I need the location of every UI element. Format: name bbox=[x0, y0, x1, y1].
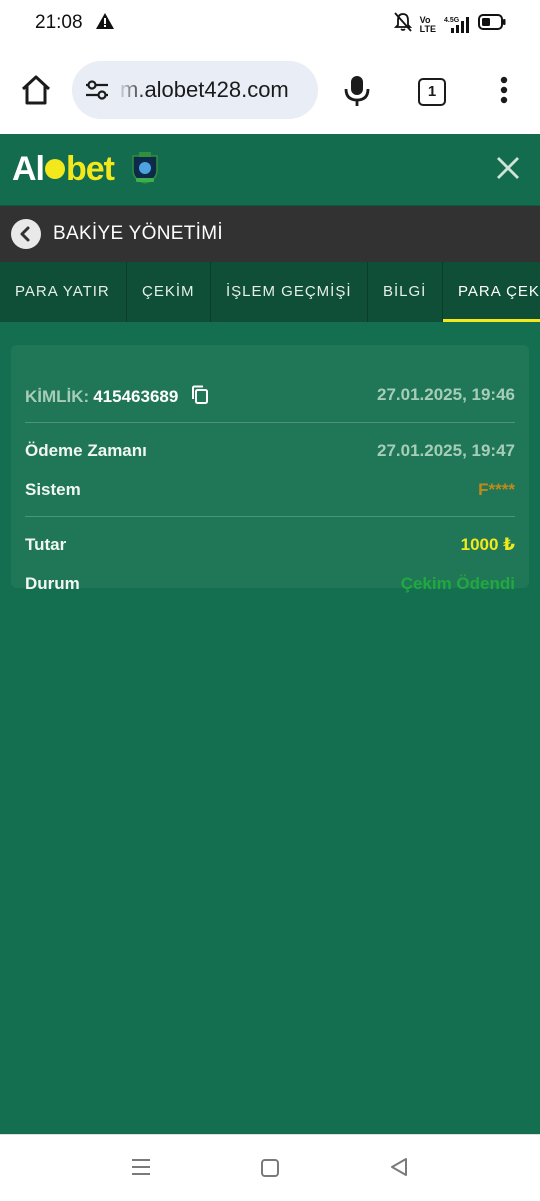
page-title: BAKİYE YÖNETİMİ bbox=[53, 223, 223, 244]
more-options-button[interactable] bbox=[500, 76, 508, 109]
page-title-bar: BAKİYE YÖNETİMİ bbox=[0, 206, 540, 262]
back-button[interactable] bbox=[11, 219, 41, 249]
system-label: Sistem bbox=[25, 480, 81, 499]
alobet-logo[interactable]: Al bet bbox=[12, 150, 115, 188]
transaction-id-label: KİMLİK: bbox=[25, 387, 90, 406]
microphone-icon bbox=[344, 76, 370, 106]
tab-deposit[interactable]: PARA YATIR bbox=[0, 262, 127, 322]
chevron-left-icon bbox=[20, 226, 30, 242]
tab-info[interactable]: BİLGİ bbox=[368, 262, 443, 322]
signal-icon: 4.5G bbox=[444, 15, 470, 35]
home-icon bbox=[21, 75, 51, 105]
triangle-back-icon bbox=[391, 1158, 407, 1176]
status-label: Durum bbox=[25, 574, 80, 593]
battery-icon bbox=[478, 14, 506, 35]
emblem-badge bbox=[130, 152, 160, 189]
close-button[interactable] bbox=[494, 154, 522, 187]
browser-toolbar: m.alobet428.com 1 bbox=[0, 46, 540, 134]
divider bbox=[25, 516, 515, 517]
site-settings-icon[interactable] bbox=[84, 78, 110, 107]
transaction-card: KİMLİK: 415463689 27.01.2025, 19:46 Ödeme… bbox=[11, 345, 529, 593]
copy-icon[interactable] bbox=[191, 385, 209, 410]
more-vert-icon bbox=[500, 76, 508, 104]
app-header: Al bet bbox=[0, 134, 540, 206]
square-icon bbox=[261, 1159, 279, 1177]
divider bbox=[25, 422, 515, 423]
back-nav-button[interactable] bbox=[388, 1156, 410, 1183]
transaction-id-value: 415463689 bbox=[93, 387, 179, 406]
close-icon bbox=[497, 157, 519, 179]
warning-icon bbox=[96, 13, 114, 34]
menu-lines-icon bbox=[132, 1159, 150, 1175]
system-navigation-bar bbox=[0, 1134, 540, 1201]
balance-tabs: PARA YATIR ÇEKİM İŞLEM GEÇMİŞİ BİLGİ PAR… bbox=[0, 262, 540, 322]
status-time: 21:08 bbox=[35, 12, 83, 33]
voice-search-button[interactable] bbox=[343, 74, 371, 113]
volte-indicator: Vo LTE bbox=[419, 14, 436, 34]
amount-label: Tutar bbox=[25, 535, 67, 554]
url-bar[interactable]: m.alobet428.com bbox=[72, 61, 318, 119]
status-bar: 21:08 Vo LTE 4.5G bbox=[0, 0, 540, 46]
tab-withdraw-money[interactable]: PARA ÇEK bbox=[443, 262, 540, 322]
tab-withdrawal[interactable]: ÇEKİM bbox=[127, 262, 211, 322]
tab-transaction-history[interactable]: İŞLEM GEÇMİŞİ bbox=[211, 262, 368, 322]
recent-apps-button[interactable] bbox=[130, 1157, 152, 1182]
tab-switcher-button[interactable]: 1 bbox=[418, 78, 446, 106]
payment-time-label: Ödeme Zamanı bbox=[25, 441, 147, 460]
system-value: F**** bbox=[478, 480, 515, 499]
amount-value: 1000 ₺ bbox=[460, 535, 515, 554]
transaction-created-date: 27.01.2025, 19:46 bbox=[376, 385, 515, 404]
status-value: Çekim Ödendi bbox=[400, 574, 515, 593]
main-content: KİMLİK: 415463689 27.01.2025, 19:46 Ödeme… bbox=[0, 322, 540, 1134]
home-nav-button[interactable] bbox=[259, 1157, 281, 1184]
svg-text:4.5G: 4.5G bbox=[444, 17, 460, 24]
home-button[interactable] bbox=[18, 72, 54, 108]
mute-bell-icon bbox=[393, 12, 412, 37]
payment-time-value: 27.01.2025, 19:47 bbox=[376, 441, 515, 460]
